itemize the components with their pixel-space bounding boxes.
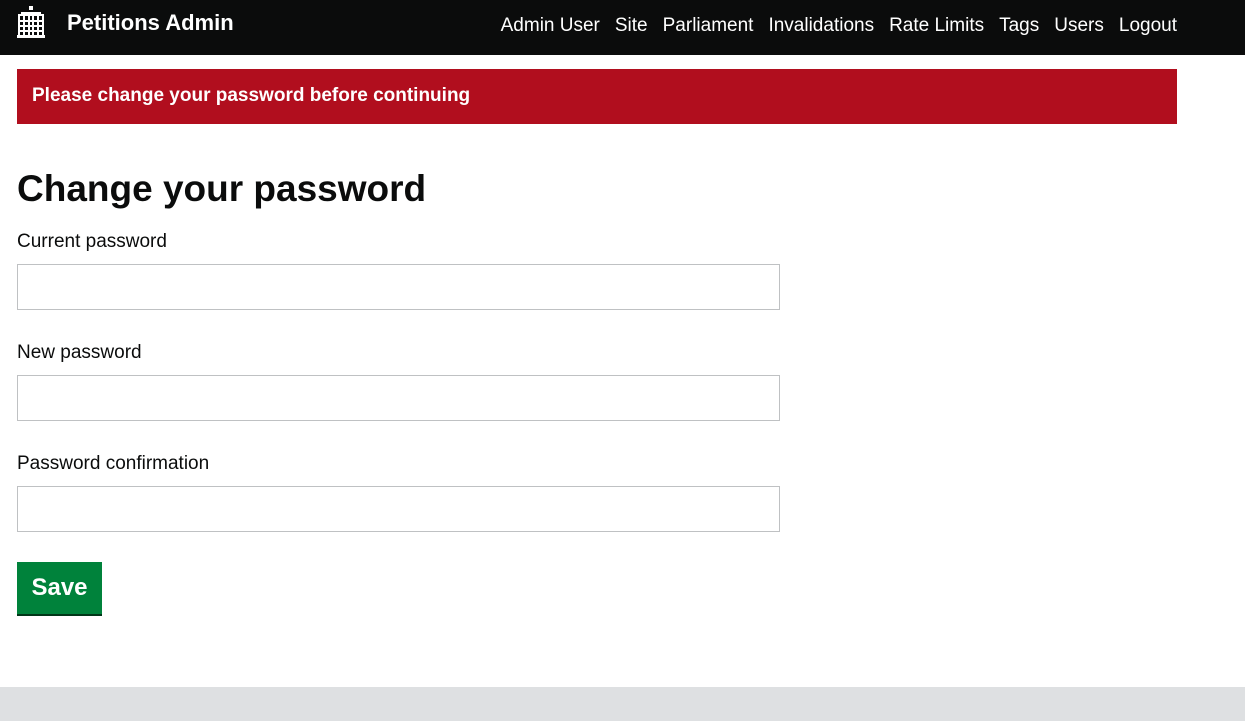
nav-admin-user[interactable]: Admin User bbox=[501, 14, 600, 38]
nav-tags[interactable]: Tags bbox=[999, 14, 1039, 38]
nav-parliament[interactable]: Parliament bbox=[663, 14, 754, 38]
main-nav: Admin User Site Parliament Invalidations… bbox=[501, 14, 1177, 38]
nav-users[interactable]: Users bbox=[1054, 14, 1104, 38]
nav-site[interactable]: Site bbox=[615, 14, 648, 38]
flash-alert: Please change your password before conti… bbox=[17, 69, 1177, 124]
site-footer bbox=[0, 687, 1245, 721]
current-password-input[interactable] bbox=[17, 264, 780, 310]
current-password-label: Current password bbox=[17, 231, 167, 252]
new-password-input[interactable] bbox=[17, 375, 780, 421]
new-password-label: New password bbox=[17, 342, 142, 363]
save-button[interactable]: Save bbox=[17, 562, 102, 614]
portcullis-icon bbox=[17, 6, 45, 38]
password-confirmation-input[interactable] bbox=[17, 486, 780, 532]
site-header: Petitions Admin Admin User Site Parliame… bbox=[0, 0, 1245, 55]
nav-invalidations[interactable]: Invalidations bbox=[768, 14, 874, 38]
password-confirmation-label: Password confirmation bbox=[17, 453, 210, 474]
app-title-link[interactable]: Petitions Admin bbox=[67, 10, 234, 36]
nav-rate-limits[interactable]: Rate Limits bbox=[889, 14, 984, 38]
nav-logout[interactable]: Logout bbox=[1119, 14, 1177, 38]
page-title: Change your password bbox=[17, 168, 427, 209]
